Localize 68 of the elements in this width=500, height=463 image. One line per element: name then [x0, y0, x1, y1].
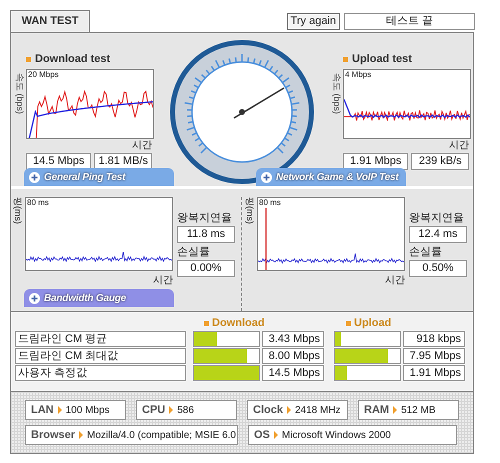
- info-value: Microsoft Windows 2000: [282, 428, 391, 442]
- try-again-button[interactable]: Try again: [286, 13, 340, 30]
- scale-label: 20 Mbps: [27, 70, 59, 80]
- info-label: RAM: [364, 402, 390, 418]
- info-value: Mozilla/4.0 (compatible; MSIE 6.0: [87, 428, 236, 442]
- latency-value: 11.8 ms: [177, 226, 235, 243]
- arrow-icon: [169, 406, 174, 414]
- column-header: Upload: [354, 316, 392, 330]
- rate-value: 14.5 Mbps: [26, 152, 92, 170]
- loss-value: 0.50%: [409, 260, 467, 277]
- rate-value: 1.91 Mbps: [343, 152, 408, 170]
- loss-value: 0.00%: [177, 260, 235, 277]
- reading-value: 918 kbps: [403, 331, 465, 347]
- reading-value: 8.00 Mbps: [262, 348, 324, 364]
- axis-label: 시간: [153, 275, 173, 287]
- axis-label: 핑(ms): [13, 197, 24, 224]
- reading-value: 1.91 Mbps: [403, 365, 465, 381]
- info-label: Browser: [31, 428, 76, 443]
- info-value: 2418 MHz: [294, 404, 341, 418]
- latency-value: 12.4 ms: [409, 226, 467, 243]
- arrow-icon: [79, 431, 84, 439]
- scale-label: 4 Mbps: [344, 70, 372, 80]
- scale-label: 80 ms: [26, 198, 49, 208]
- status-field: 테스트 끝: [344, 13, 475, 30]
- arrow-icon: [393, 406, 398, 414]
- bullet-icon: [346, 320, 351, 326]
- info-label: LAN: [31, 402, 54, 418]
- ping-test-tab[interactable]: General Ping Test: [24, 168, 174, 186]
- column-header: Download: [212, 316, 265, 330]
- reading-value: 3.43 Mbps: [262, 331, 324, 347]
- bullet-icon: [26, 56, 31, 62]
- arrow-icon: [274, 431, 278, 439]
- tab[interactable]: WAN TEST: [10, 10, 90, 32]
- throughput-value: 239 kB/s: [411, 152, 469, 170]
- arrow-icon: [286, 406, 291, 414]
- reading-value: 7.95 Mbps: [403, 348, 465, 364]
- axis-label: 시간: [449, 140, 469, 152]
- axis-label: 시간: [132, 140, 152, 152]
- metric-label: 왕복지연율: [409, 211, 465, 225]
- chart-title: Upload test: [352, 52, 412, 67]
- ping-test-tab[interactable]: Network Game & VoIP Test: [256, 168, 406, 186]
- row-label: 드림라인 CM 최대값: [15, 348, 186, 364]
- chart-title: Download test: [35, 52, 110, 67]
- scale-label: 80 ms: [258, 198, 281, 208]
- row-label: 사용자 측정값: [15, 365, 186, 381]
- axis-label: 시간: [385, 275, 405, 287]
- metric-label: 손실률: [177, 245, 211, 259]
- metric-label: 손실률: [409, 245, 443, 259]
- metric-label: 왕복지연율: [177, 211, 233, 225]
- throughput-value: 1.81 MB/s: [94, 152, 152, 170]
- bandwidth-gauge-tab[interactable]: Bandwidth Gauge: [24, 289, 174, 307]
- bullet-icon: [343, 56, 348, 62]
- axis-label: 속도 (bps): [15, 72, 26, 114]
- plus-icon: [261, 172, 272, 182]
- reading-value: 14.5 Mbps: [262, 365, 324, 381]
- axis-label: 핑(ms): [245, 197, 256, 224]
- plus-icon: [29, 172, 40, 182]
- bullet-icon: [204, 320, 209, 326]
- info-value: 100 Mbps: [66, 404, 110, 418]
- row-label: 드림라인 CM 평균: [15, 331, 186, 347]
- info-value: 586: [177, 404, 194, 418]
- plus-icon: [29, 292, 40, 304]
- info-label: OS: [254, 428, 270, 443]
- info-label: CPU: [142, 402, 166, 418]
- info-value: 512 MB: [401, 404, 436, 418]
- info-label: Clock: [253, 402, 283, 418]
- arrow-icon: [58, 406, 62, 414]
- axis-label: 속도 (bps): [332, 72, 343, 114]
